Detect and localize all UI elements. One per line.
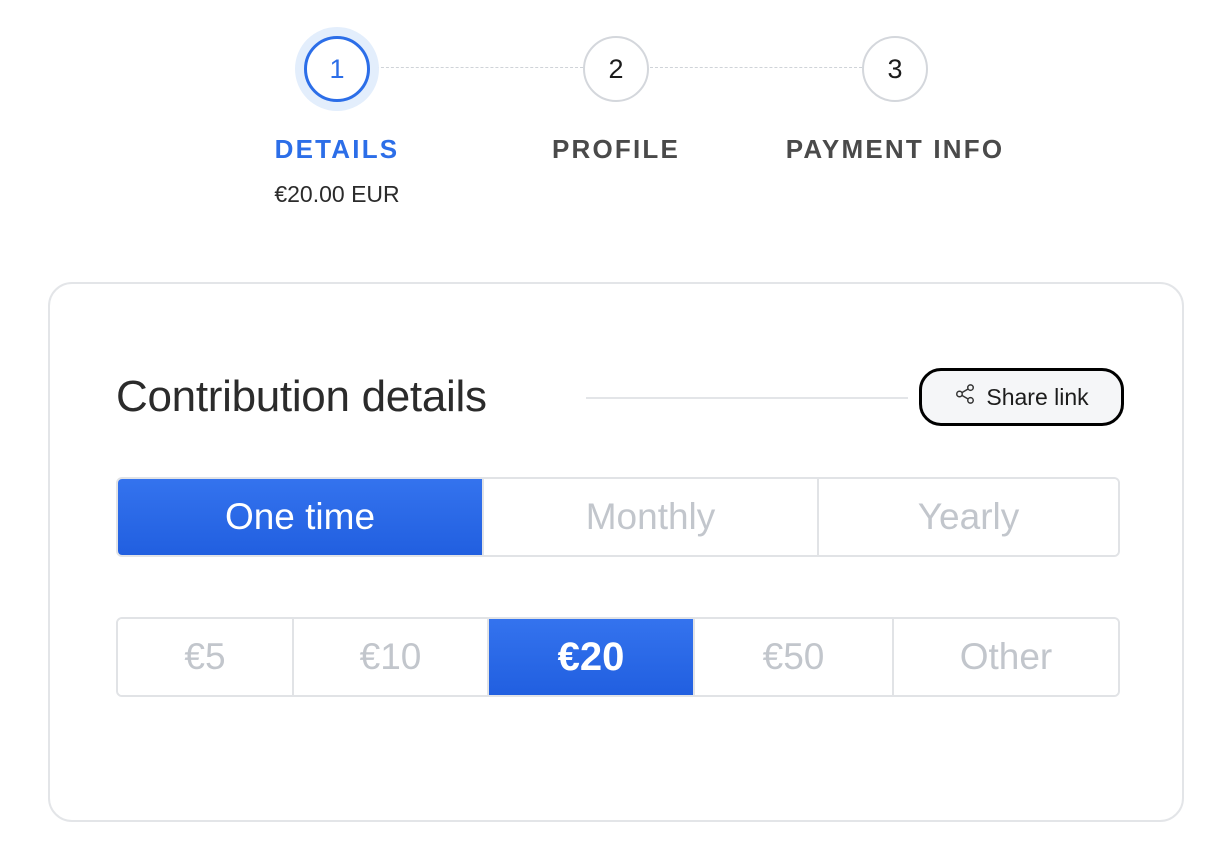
amount-option-5[interactable]: €5 (118, 619, 294, 695)
share-icon (954, 383, 976, 411)
share-link-label: Share link (986, 383, 1089, 410)
step-1-label: DETAILS (274, 134, 400, 164)
frequency-option-monthly[interactable]: Monthly (484, 479, 819, 555)
amount-selector: €5 €10 €20 €50 Other (116, 617, 1120, 697)
frequency-selector: One time Monthly Yearly (116, 477, 1120, 557)
title-divider (586, 397, 908, 399)
frequency-option-one-time[interactable]: One time (118, 479, 484, 555)
step-connector (371, 67, 583, 68)
step-3-indicator[interactable]: 3 (862, 36, 928, 102)
step-connector (650, 67, 862, 68)
amount-option-20[interactable]: €20 (489, 619, 695, 695)
amount-option-10[interactable]: €10 (294, 619, 489, 695)
step-1-amount: €20.00 EUR (274, 181, 400, 207)
frequency-option-yearly[interactable]: Yearly (819, 479, 1118, 555)
step-2-indicator[interactable]: 2 (583, 36, 649, 102)
contribution-card: Contribution details Share link One time… (48, 282, 1184, 822)
step-3-label: PAYMENT INFO (785, 134, 1005, 164)
amount-option-other[interactable]: Other (894, 619, 1118, 695)
share-link-button[interactable]: Share link (919, 368, 1124, 426)
step-2-label: PROFILE (551, 134, 681, 164)
step-1-indicator[interactable]: 1 (304, 36, 370, 102)
card-title: Contribution details (116, 372, 487, 421)
stepper: 1 2 3 DETAILS PROFILE PAYMENT INFO €20.0… (0, 0, 1230, 230)
amount-option-50[interactable]: €50 (695, 619, 894, 695)
